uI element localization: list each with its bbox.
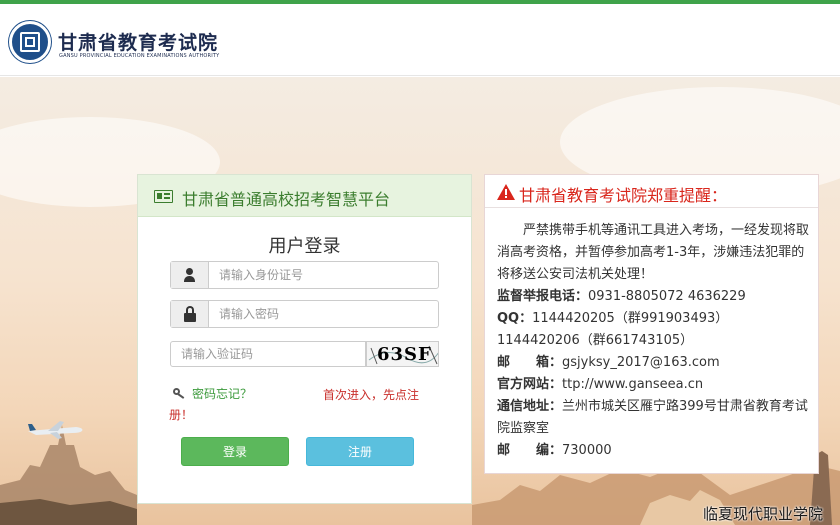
login-button[interactable]: 登录 — [181, 437, 289, 466]
website-value: ttp://www.ganseea.cn — [562, 377, 704, 392]
watermark-text: 临夏现代职业学院 — [703, 505, 824, 523]
login-form-title: 用户登录 — [268, 236, 341, 257]
postcode-line: 邮 编：730000 — [497, 440, 809, 462]
website-line: 官方网站：ttp://www.ganseea.cn — [497, 374, 809, 396]
email-line: 邮 箱：gsjyksy_2017@163.com — [497, 352, 809, 374]
notice-paragraph: 严禁携带手机等通讯工具进入考场，一经发现将取消高考资格，并暂停参加高考1-3年，… — [497, 223, 810, 282]
notice-header: 甘肃省教育考试院郑重提醒： — [485, 175, 818, 208]
address-line: 通信地址：兰州市城关区雁宁路399号甘肃省教育考试院监察室 — [497, 396, 809, 440]
email-value: gsjyksy_2017@163.com — [562, 355, 720, 370]
site-name: 甘肃省教育考试院 — [58, 32, 219, 54]
address-label: 通信地址： — [497, 399, 563, 414]
notice-panel: 甘肃省教育考试院郑重提醒： 严禁携带手机等通讯工具进入考场，一经发现将取消高考资… — [484, 174, 819, 474]
captcha-input[interactable] — [181, 345, 361, 363]
notice-title: 甘肃省教育考试院郑重提醒： — [519, 186, 728, 205]
first-time-register-tip: 首次进入，先点注册！ — [169, 388, 420, 422]
lock-icon — [171, 301, 209, 327]
register-button[interactable]: 注册 — [306, 437, 414, 466]
platform-title: 甘肃省普通高校招考智慧平台 — [182, 190, 391, 209]
report-phone-value: 0931-8805072 4636229 — [588, 289, 746, 304]
report-phone-line: 监督举报电话：0931-8805072 4636229 — [497, 286, 809, 308]
qq-label: QQ： — [497, 311, 533, 326]
qq-line: QQ：1144420205（群991903493） — [497, 308, 809, 330]
airplane-icon — [28, 421, 83, 439]
qq-value-2: 1144420206（群661743105） — [497, 333, 694, 348]
login-panel: 甘肃省普通高校招考智慧平台 用户登录 63SF 密码忘记？ 首次进入，先点注册！… — [137, 174, 472, 504]
warning-icon — [497, 184, 515, 200]
id-number-input[interactable] — [219, 266, 429, 284]
report-phone-label: 监督举报电话： — [497, 289, 589, 304]
captcha-image[interactable]: 63SF — [366, 341, 439, 367]
password-input[interactable] — [219, 305, 429, 323]
email-label: 邮 箱： — [497, 355, 563, 370]
captcha-field — [170, 341, 366, 367]
user-icon — [171, 262, 209, 288]
captcha-text: 63SF — [377, 344, 432, 365]
postcode-label: 邮 编： — [497, 443, 563, 458]
id-card-icon — [154, 190, 173, 203]
postcode-value: 730000 — [562, 443, 612, 458]
site-name-en: GANSU PROVINCIAL EDUCATION EXAMINATIONS … — [59, 53, 220, 59]
website-label: 官方网站： — [497, 377, 563, 392]
site-logo-seal-icon — [9, 21, 51, 63]
qq-value-1: 1144420205（群991903493） — [532, 311, 729, 326]
password-field — [170, 300, 439, 328]
notice-body: 严禁携带手机等通讯工具进入考场，一经发现将取消高考资格，并暂停参加高考1-3年，… — [497, 220, 809, 462]
id-number-field — [170, 261, 439, 289]
login-panel-header: 甘肃省普通高校招考智慧平台 — [138, 175, 471, 217]
site-header: 甘肃省教育考试院 GANSU PROVINCIAL EDUCATION EXAM… — [0, 4, 840, 76]
